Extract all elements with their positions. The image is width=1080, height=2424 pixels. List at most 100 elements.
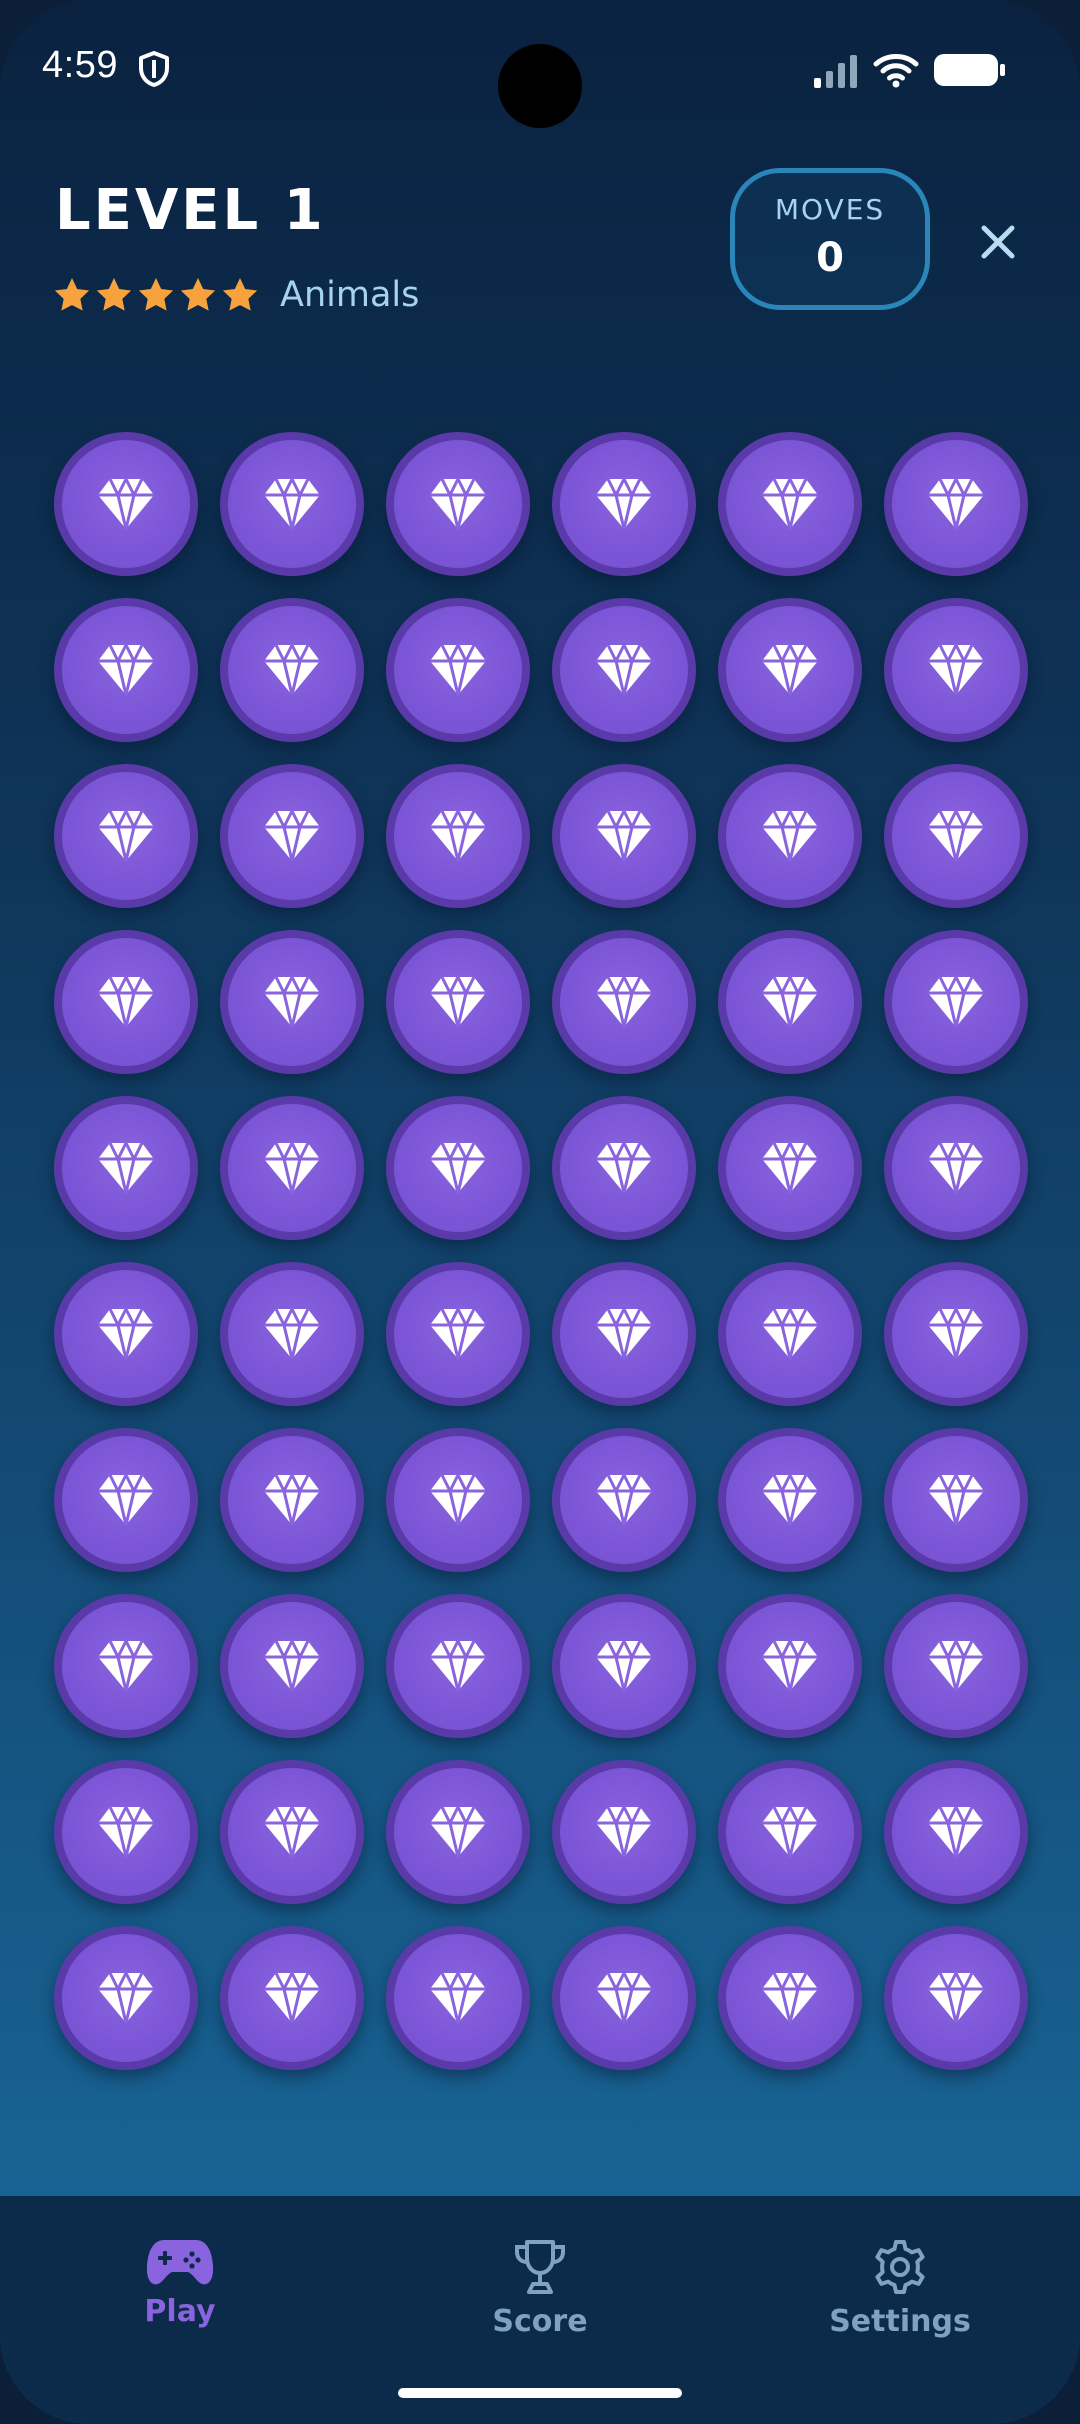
gem-icon [430,1805,486,1858]
card-tile-r8-c1[interactable] [54,1594,198,1738]
card-tile-r2-c1[interactable] [54,598,198,742]
card-tile-r6-c5[interactable] [718,1262,862,1406]
status-bar: 4:59 [0,0,1080,140]
gem-icon [264,809,320,862]
gem-icon [762,643,818,696]
camera-cutout [498,44,582,128]
card-tile-r8-c6[interactable] [884,1594,1028,1738]
card-tile-r2-c5[interactable] [718,598,862,742]
card-tile-r6-c2[interactable] [220,1262,364,1406]
gem-icon [264,643,320,696]
moves-label: MOVES [774,193,886,226]
card-tile-r6-c3[interactable] [386,1262,530,1406]
gem-icon [928,477,984,530]
close-icon[interactable] [968,212,1028,272]
card-tile-r8-c5[interactable] [718,1594,862,1738]
card-tile-r7-c4[interactable] [552,1428,696,1572]
gem-icon [596,1805,652,1858]
card-tile-r9-c4[interactable] [552,1760,696,1904]
gem-icon [98,809,154,862]
card-tile-r6-c4[interactable] [552,1262,696,1406]
gem-icon [596,643,652,696]
moves-counter: MOVES 0 [730,168,930,310]
card-tile-r9-c6[interactable] [884,1760,1028,1904]
gem-icon [430,1141,486,1194]
card-tile-r9-c2[interactable] [220,1760,364,1904]
gem-icon [264,1805,320,1858]
gem-icon [928,643,984,696]
gem-icon [928,1971,984,2024]
star-icon [138,278,174,311]
nav-play[interactable]: Play [80,2236,280,2376]
card-tile-r3-c5[interactable] [718,764,862,908]
card-tile-r3-c1[interactable] [54,764,198,908]
gem-icon [596,1307,652,1360]
card-tile-r10-c5[interactable] [718,1926,862,2070]
card-tile-r3-c3[interactable] [386,764,530,908]
nav-settings[interactable]: Settings [800,2236,1000,2376]
card-tile-r2-c3[interactable] [386,598,530,742]
card-tile-r1-c5[interactable] [718,432,862,576]
gem-icon [928,1473,984,1526]
category-label: Animals [280,275,420,315]
card-tile-r3-c6[interactable] [884,764,1028,908]
card-tile-r4-c4[interactable] [552,930,696,1074]
card-tile-r7-c5[interactable] [718,1428,862,1572]
battery-icon [934,54,1005,86]
nav-play-label: Play [144,2294,216,2329]
card-tile-r1-c3[interactable] [386,432,530,576]
star-icon [96,278,132,311]
card-tile-r5-c5[interactable] [718,1096,862,1240]
card-tile-r6-c1[interactable] [54,1262,198,1406]
card-tile-r10-c6[interactable] [884,1926,1028,2070]
card-tile-r1-c4[interactable] [552,432,696,576]
signal-icon [814,55,857,88]
gem-icon [762,1141,818,1194]
card-tile-r10-c4[interactable] [552,1926,696,2070]
card-tile-r5-c1[interactable] [54,1096,198,1240]
nav-score[interactable]: Score [440,2236,640,2376]
card-tile-r8-c3[interactable] [386,1594,530,1738]
card-tile-r6-c6[interactable] [884,1262,1028,1406]
card-tile-r2-c6[interactable] [884,598,1028,742]
gem-icon [430,975,486,1028]
card-tile-r10-c3[interactable] [386,1926,530,2070]
card-tile-r3-c4[interactable] [552,764,696,908]
gem-icon [928,975,984,1028]
card-tile-r10-c1[interactable] [54,1926,198,2070]
card-tile-r10-c2[interactable] [220,1926,364,2070]
card-tile-r1-c6[interactable] [884,432,1028,576]
card-tile-r5-c3[interactable] [386,1096,530,1240]
gem-icon [430,1473,486,1526]
card-tile-r7-c6[interactable] [884,1428,1028,1572]
card-tile-r4-c3[interactable] [386,930,530,1074]
gem-icon [928,1141,984,1194]
card-tile-r5-c4[interactable] [552,1096,696,1240]
card-tile-r9-c1[interactable] [54,1760,198,1904]
gem-icon [98,1141,154,1194]
card-tile-r9-c3[interactable] [386,1760,530,1904]
card-tile-r7-c2[interactable] [220,1428,364,1572]
card-tile-r3-c2[interactable] [220,764,364,908]
card-tile-r1-c1[interactable] [54,432,198,576]
gem-icon [264,1473,320,1526]
card-tile-r4-c2[interactable] [220,930,364,1074]
card-tile-r4-c1[interactable] [54,930,198,1074]
card-tile-r2-c4[interactable] [552,598,696,742]
card-tile-r8-c2[interactable] [220,1594,364,1738]
card-tile-r4-c5[interactable] [718,930,862,1074]
card-tile-r7-c1[interactable] [54,1428,198,1572]
card-tile-r5-c6[interactable] [884,1096,1028,1240]
card-tile-r1-c2[interactable] [220,432,364,576]
card-tile-r2-c2[interactable] [220,598,364,742]
gem-icon [264,975,320,1028]
card-tile-r8-c4[interactable] [552,1594,696,1738]
card-tile-r7-c3[interactable] [386,1428,530,1572]
gem-icon [596,1971,652,2024]
nav-settings-label: Settings [829,2304,971,2339]
card-tile-r9-c5[interactable] [718,1760,862,1904]
star-icon [222,278,258,311]
card-tile-r4-c6[interactable] [884,930,1028,1074]
home-indicator[interactable] [398,2388,682,2398]
card-tile-r5-c2[interactable] [220,1096,364,1240]
